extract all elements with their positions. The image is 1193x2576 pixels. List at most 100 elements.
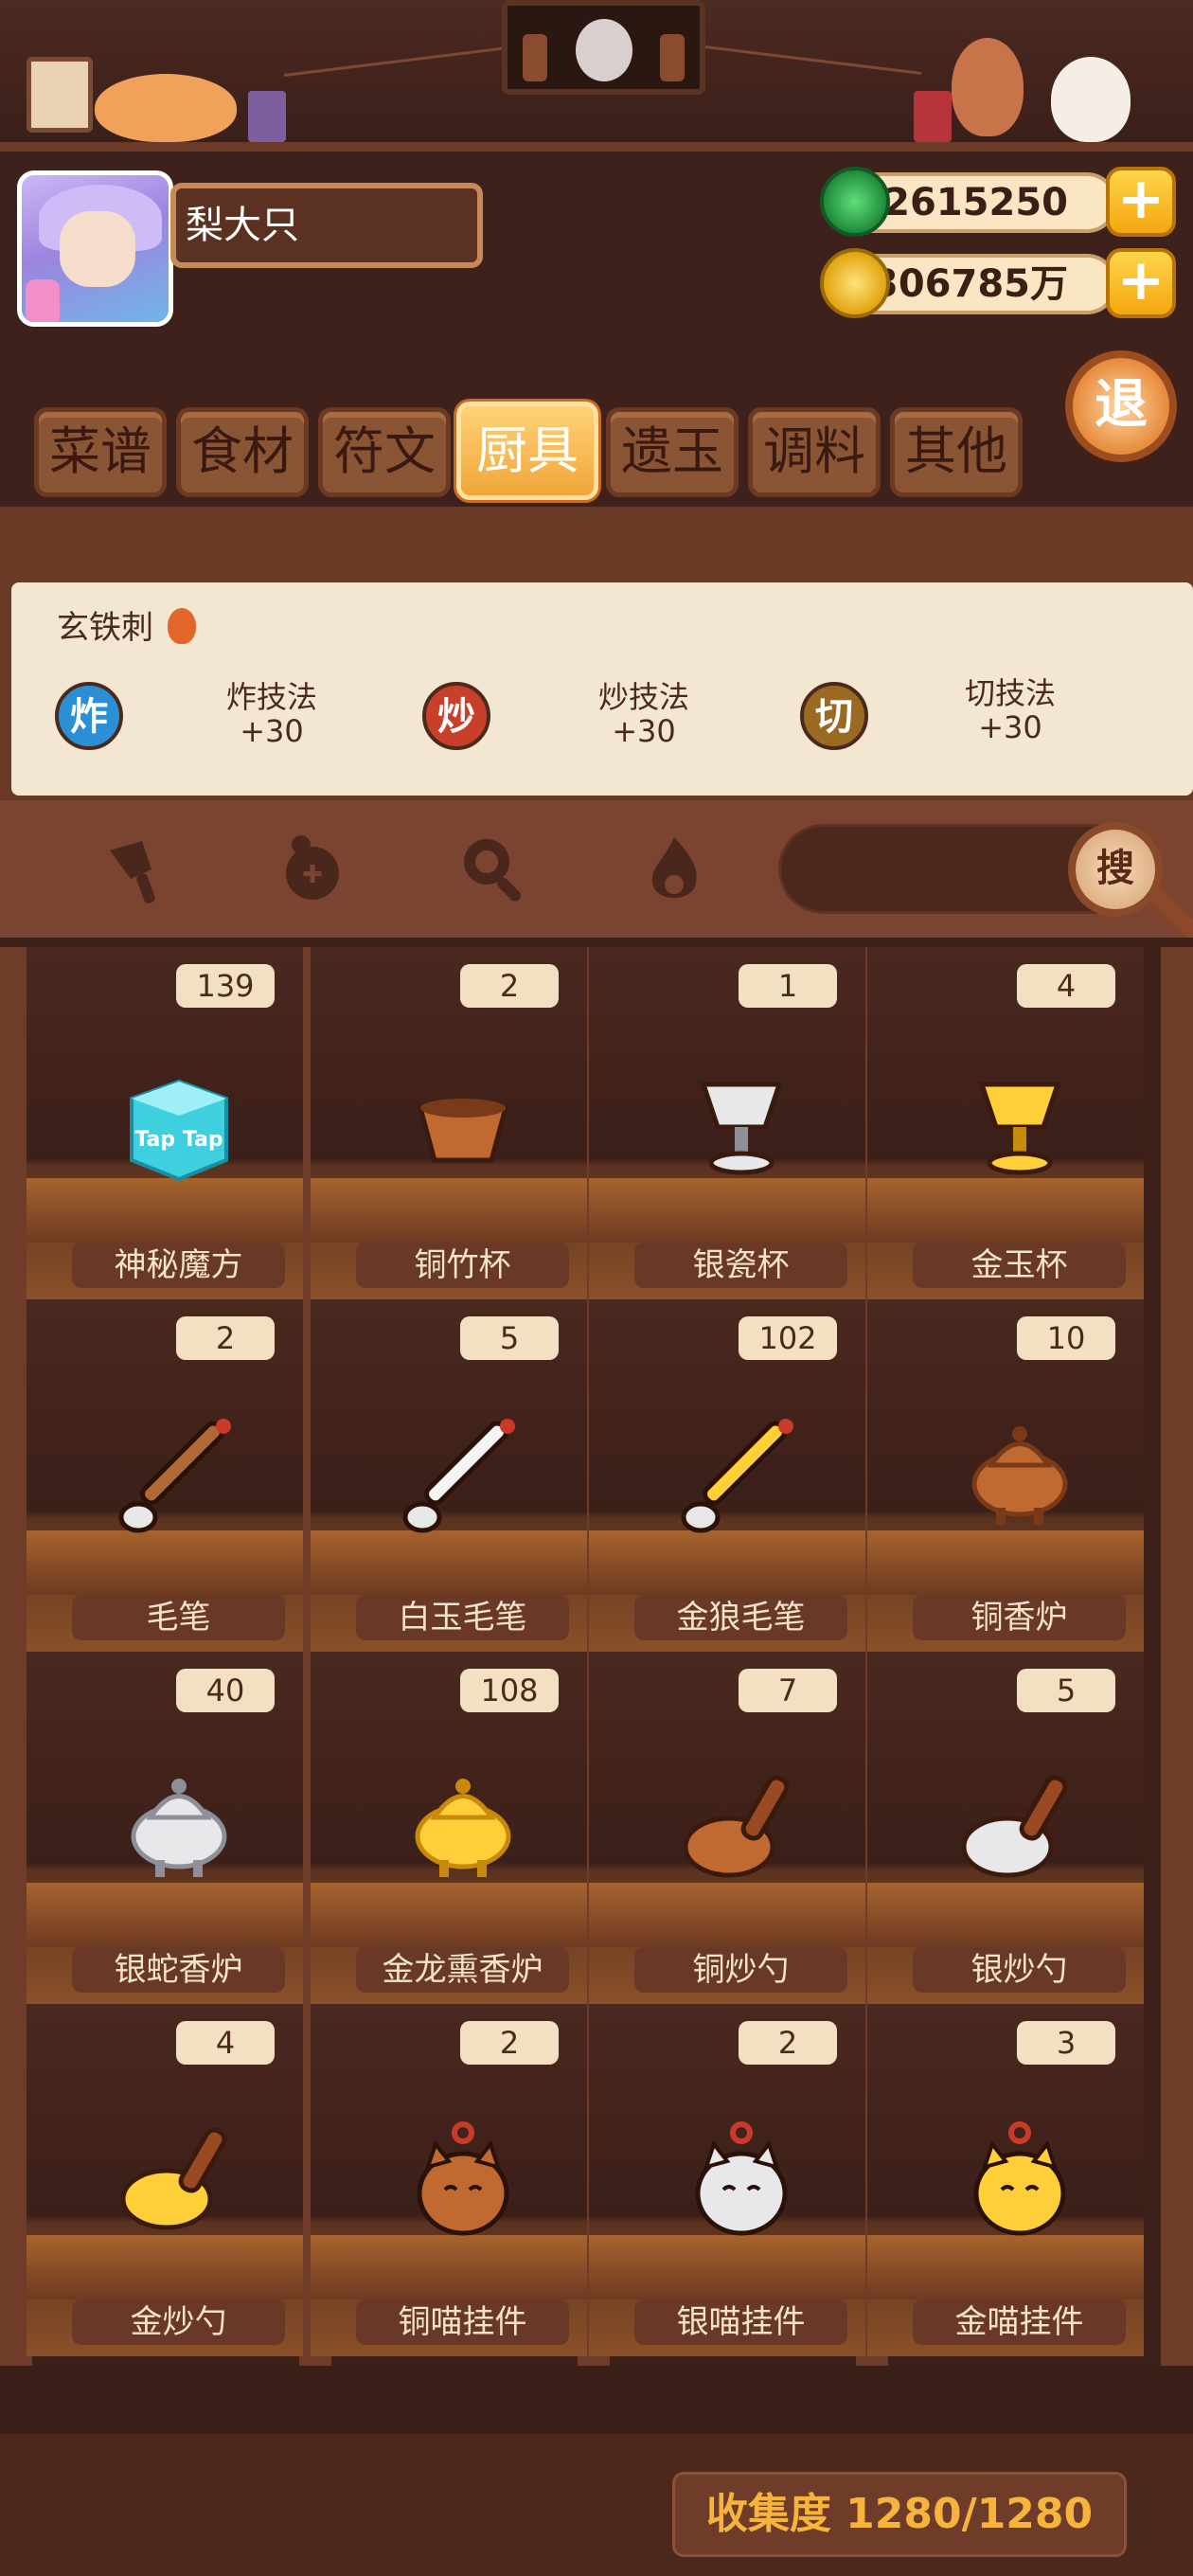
shelf xyxy=(589,2235,865,2299)
item-name: 铜炒勺 xyxy=(634,1947,847,1993)
fry-skill-bonus: 炸技法 +30 xyxy=(225,679,317,749)
item-name: 金喵挂件 xyxy=(913,2299,1126,2345)
item-count: 10 xyxy=(1017,1316,1115,1360)
shelf xyxy=(311,2235,587,2299)
item-name: 神秘魔方 xyxy=(72,1243,285,1288)
chef-npc-icon xyxy=(952,38,1024,136)
item-slot[interactable]: 2 铜竹杯 xyxy=(311,947,587,1299)
orange-cat-icon xyxy=(95,74,237,142)
shelf xyxy=(27,2235,303,2299)
tab-recipes[interactable]: 菜谱 xyxy=(34,407,167,497)
shelf xyxy=(867,2235,1144,2299)
stir-fry-skill-bonus: 炒技法 +30 xyxy=(597,679,689,749)
item-slot[interactable]: 3 金喵挂件 xyxy=(867,2004,1144,2356)
item-slot[interactable]: 5 银炒勺 xyxy=(867,1652,1144,2004)
sign-cat-icon xyxy=(576,19,632,81)
flame-filter-icon[interactable] xyxy=(636,832,712,907)
item-slot[interactable]: 139 Tap Tap 神秘魔方 xyxy=(27,947,303,1299)
selected-item-name: 玄铁刺 xyxy=(57,601,196,648)
ladle-bronze-icon xyxy=(680,1765,803,1888)
shelf xyxy=(867,1178,1144,1243)
item-name: 铜香炉 xyxy=(913,1595,1126,1640)
tab-other[interactable]: 其他 xyxy=(890,407,1023,497)
knife-filter-icon[interactable] xyxy=(102,832,178,907)
item-name: 白玉毛笔 xyxy=(356,1595,569,1640)
shelf xyxy=(867,1883,1144,1947)
shelf xyxy=(311,1883,587,1947)
item-name: 银蛇香炉 xyxy=(72,1947,285,1993)
pot-lid-filter-icon[interactable]: ✚ xyxy=(275,832,350,907)
pot-icon xyxy=(248,91,286,142)
exit-button[interactable]: 退 xyxy=(1065,350,1177,462)
item-name: 金炒勺 xyxy=(72,2299,285,2345)
cat-silver-icon xyxy=(680,2118,803,2241)
brush-white-icon xyxy=(401,1413,525,1536)
item-name: 铜喵挂件 xyxy=(356,2299,569,2345)
item-count: 108 xyxy=(460,1669,559,1712)
goblet-gold-icon xyxy=(958,1061,1081,1184)
ladle-silver-icon xyxy=(958,1765,1081,1888)
item-slot[interactable]: 2 铜喵挂件 xyxy=(311,2004,587,2356)
search-button[interactable]: 搜 xyxy=(1068,822,1163,917)
censer-bronze-icon xyxy=(958,1413,1081,1536)
item-slot[interactable]: 10 铜香炉 xyxy=(867,1299,1144,1652)
shelf xyxy=(589,1178,865,1243)
item-slot[interactable]: 4 金炒勺 xyxy=(27,2004,303,2356)
item-name: 金龙熏香炉 xyxy=(356,1947,569,1993)
item-count: 102 xyxy=(739,1316,837,1360)
shelf xyxy=(589,1530,865,1595)
item-count: 4 xyxy=(176,2021,275,2065)
tab-cookware[interactable]: 厨具 xyxy=(456,402,598,500)
item-slot[interactable]: 2 银喵挂件 xyxy=(589,2004,865,2356)
shelf xyxy=(27,1883,303,1947)
cut-skill-icon: 切 xyxy=(800,682,868,750)
item-name: 银喵挂件 xyxy=(634,2299,847,2345)
tab-relic-jade[interactable]: 遗玉 xyxy=(606,407,739,497)
coin-amount: 306785万 xyxy=(872,262,1068,306)
item-slot[interactable]: 5 白玉毛笔 xyxy=(311,1299,587,1652)
item-count: 2 xyxy=(176,1316,275,1360)
hanging-sign xyxy=(502,0,705,95)
item-name: 铜竹杯 xyxy=(356,1243,569,1288)
item-name: 银炒勺 xyxy=(913,1947,1126,1993)
jade-amount: 2615250 xyxy=(883,181,1068,224)
brush-brown-icon xyxy=(117,1413,240,1536)
ladle-gold-icon xyxy=(117,2118,240,2241)
item-count: 2 xyxy=(460,964,559,1008)
shelf xyxy=(311,1530,587,1595)
tab-seasonings[interactable]: 调料 xyxy=(748,407,881,497)
item-name: 银瓷杯 xyxy=(634,1243,847,1288)
item-slot[interactable]: 102 金狼毛笔 xyxy=(589,1299,865,1652)
item-count: 2 xyxy=(739,2021,837,2065)
stir-fry-skill-icon: 炒 xyxy=(422,682,490,750)
shelf xyxy=(27,1530,303,1595)
avatar[interactable] xyxy=(17,170,173,327)
censer-gold-icon xyxy=(401,1765,525,1888)
tab-ingredients[interactable]: 食材 xyxy=(176,407,309,497)
item-slot[interactable]: 108 金龙熏香炉 xyxy=(311,1652,587,2004)
add-coins-button[interactable]: + xyxy=(1106,248,1176,318)
jar-icon xyxy=(914,91,952,142)
item-count: 5 xyxy=(1017,1669,1115,1712)
item-name: 金狼毛笔 xyxy=(634,1595,847,1640)
item-count: 3 xyxy=(1017,2021,1115,2065)
shelf xyxy=(311,1178,587,1243)
item-slot[interactable]: 4 金玉杯 xyxy=(867,947,1144,1299)
shelf xyxy=(589,1883,865,1947)
svg-text:Tap Tap: Tap Tap xyxy=(134,1128,223,1152)
item-slot[interactable]: 2 毛笔 xyxy=(27,1299,303,1652)
add-jade-button[interactable]: + xyxy=(1106,167,1176,237)
shelf xyxy=(867,1530,1144,1595)
notice-board-icon xyxy=(27,57,93,133)
flame-icon xyxy=(167,608,196,644)
grid-row-partial xyxy=(0,2366,1193,2442)
item-slot[interactable]: 1 银瓷杯 xyxy=(589,947,865,1299)
goblet-silver-icon xyxy=(680,1061,803,1184)
item-slot[interactable]: 40 银蛇香炉 xyxy=(27,1652,303,2004)
item-slot[interactable]: 7 铜炒勺 xyxy=(589,1652,865,2004)
pan-filter-icon[interactable] xyxy=(456,832,532,907)
censer-silver-icon xyxy=(117,1765,240,1888)
tab-runes[interactable]: 符文 xyxy=(318,407,451,497)
svg-text:✚: ✚ xyxy=(302,861,323,889)
item-count: 1 xyxy=(739,964,837,1008)
